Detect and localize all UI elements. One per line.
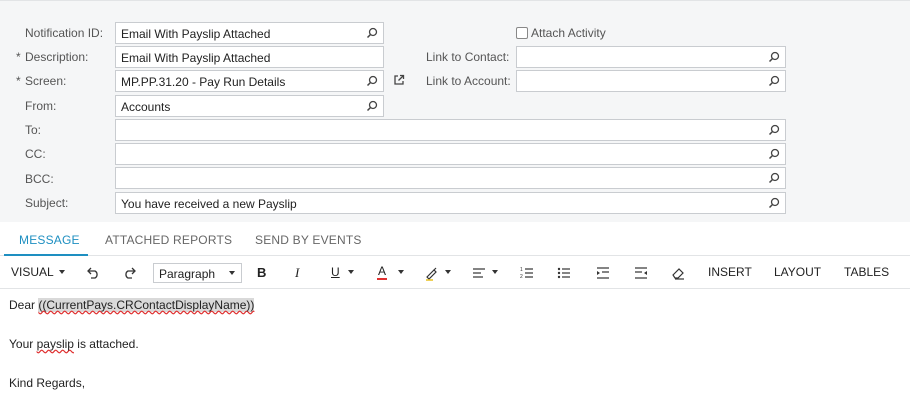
- align-icon[interactable]: [471, 265, 487, 281]
- from-label: From:: [25, 99, 57, 113]
- notification-id-value: Email With Payslip Attached: [121, 27, 271, 41]
- cc-label: CC:: [25, 147, 46, 161]
- chevron-down-icon: [492, 270, 498, 274]
- search-icon[interactable]: [768, 172, 780, 184]
- svg-text:1: 1: [520, 267, 523, 273]
- tab-message[interactable]: MESSAGE: [19, 233, 80, 247]
- external-link-icon[interactable]: [393, 74, 405, 86]
- indent-icon[interactable]: [595, 265, 611, 281]
- notification-form: Notification ID: Email With Payslip Atta…: [0, 0, 910, 222]
- description-value: Email With Payslip Attached: [121, 51, 271, 65]
- paragraph-format-value: Paragraph: [159, 267, 216, 281]
- eraser-icon[interactable]: [670, 265, 686, 281]
- redo-icon[interactable]: [122, 265, 138, 281]
- underline-button[interactable]: U: [331, 265, 340, 279]
- chevron-down-icon: [59, 270, 65, 274]
- link-to-contact-field[interactable]: [516, 46, 786, 68]
- subject-value: You have received a new Payslip: [121, 197, 297, 211]
- undo-icon[interactable]: [85, 265, 101, 281]
- message-editor[interactable]: Dear ((CurrentPays.CRContactDisplayName)…: [0, 289, 910, 401]
- search-icon[interactable]: [366, 100, 378, 112]
- visual-mode-dropdown[interactable]: VISUAL: [11, 265, 54, 279]
- editor-toolbar: VISUAL B I U A 12 INSERT LAYOUT TABLES: [0, 256, 910, 289]
- chevron-down-icon: [348, 270, 354, 274]
- greeting-text: Dear: [9, 298, 36, 312]
- subject-field[interactable]: You have received a new Payslip: [115, 192, 786, 214]
- ordered-list-icon[interactable]: 12: [519, 265, 535, 281]
- body-text-a: Your: [9, 337, 34, 351]
- attach-activity-label: Attach Activity: [531, 26, 606, 40]
- tables-menu[interactable]: TABLES: [844, 265, 889, 279]
- attach-activity-checkbox[interactable]: [516, 27, 528, 39]
- cc-field[interactable]: [115, 143, 786, 165]
- search-icon[interactable]: [366, 75, 378, 87]
- search-icon[interactable]: [366, 27, 378, 39]
- insert-menu[interactable]: INSERT: [708, 265, 752, 279]
- placeholder-token: ((CurrentPays.CRContactDisplayName)): [38, 298, 255, 312]
- font-color-button[interactable]: A: [378, 264, 386, 278]
- link-to-account-field[interactable]: [516, 70, 786, 92]
- tab-send-by-events[interactable]: SEND BY EVENTS: [255, 233, 362, 247]
- bcc-label: BCC:: [25, 172, 54, 186]
- search-icon[interactable]: [768, 75, 780, 87]
- bullet-list-icon[interactable]: [556, 265, 572, 281]
- screen-label: Screen:: [25, 74, 67, 88]
- notification-id-field[interactable]: Email With Payslip Attached: [115, 22, 384, 44]
- chevron-down-icon: [445, 270, 451, 274]
- tab-attached-reports[interactable]: ATTACHED REPORTS: [105, 233, 232, 247]
- description-label: Description:: [25, 50, 89, 64]
- chevron-down-icon: [229, 271, 235, 275]
- to-field[interactable]: [115, 119, 786, 141]
- from-field[interactable]: Accounts: [115, 95, 384, 117]
- font-color-bar: [377, 278, 387, 280]
- highlighter-icon[interactable]: [424, 265, 440, 281]
- notification-id-label: Notification ID:: [25, 26, 104, 40]
- search-icon[interactable]: [768, 51, 780, 63]
- tab-bar: MESSAGE ATTACHED REPORTS SEND BY EVENTS: [0, 222, 910, 256]
- required-mark: *: [16, 50, 21, 64]
- editor-line-greeting: Dear ((CurrentPays.CRContactDisplayName)…: [9, 298, 255, 312]
- required-mark: *: [16, 74, 21, 88]
- search-icon[interactable]: [768, 197, 780, 209]
- bold-button[interactable]: B: [257, 265, 266, 280]
- svg-text:2: 2: [520, 274, 523, 280]
- body-text-c: is attached.: [77, 337, 139, 351]
- layout-menu[interactable]: LAYOUT: [774, 265, 821, 279]
- from-value: Accounts: [121, 100, 171, 114]
- search-icon[interactable]: [768, 124, 780, 136]
- chevron-down-icon: [398, 270, 404, 274]
- to-label: To:: [25, 123, 42, 137]
- body-text-misspelled: payslip: [36, 337, 74, 351]
- outdent-icon[interactable]: [633, 265, 649, 281]
- link-to-account-label: Link to Account:: [426, 74, 511, 88]
- paragraph-format-select[interactable]: Paragraph: [153, 263, 242, 283]
- screen-field[interactable]: MP.PP.31.20 - Pay Run Details: [115, 70, 384, 92]
- description-field[interactable]: Email With Payslip Attached: [115, 46, 384, 68]
- subject-label: Subject:: [25, 196, 69, 210]
- link-to-contact-label: Link to Contact:: [426, 50, 510, 64]
- bcc-field[interactable]: [115, 167, 786, 189]
- editor-line-body: Your payslip is attached.: [9, 337, 139, 351]
- editor-line-signoff: Kind Regards,: [9, 376, 86, 390]
- screen-value: MP.PP.31.20 - Pay Run Details: [121, 75, 286, 89]
- search-icon[interactable]: [768, 148, 780, 160]
- italic-button[interactable]: I: [295, 265, 299, 281]
